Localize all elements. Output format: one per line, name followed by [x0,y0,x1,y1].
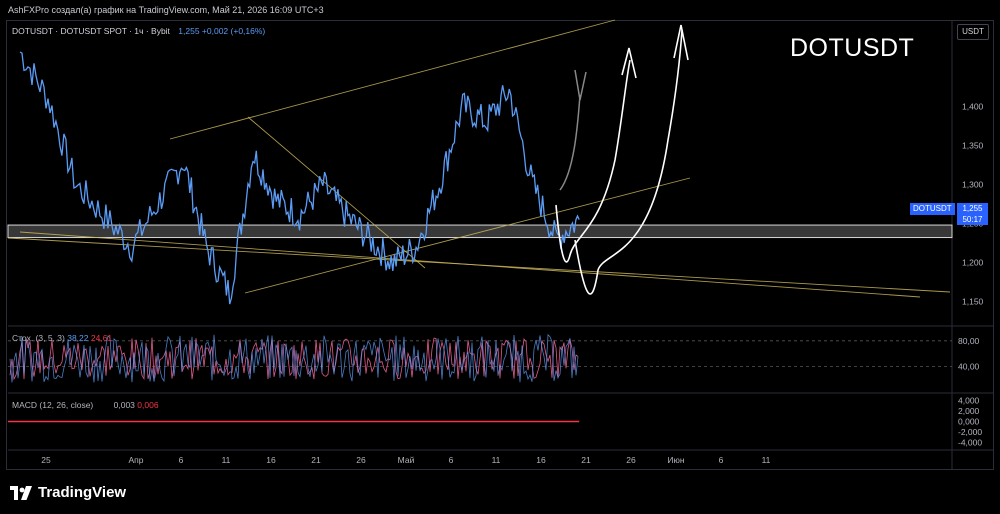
macd-tick-label: 0,000 [958,417,980,427]
time-tick-label: 21 [581,455,591,465]
time-tick-label: 25 [41,455,51,465]
stoch-k-value: 38,22 [67,333,89,343]
time-tick-label: Апр [129,455,144,465]
projection-arrow-gray [559,94,581,191]
time-tick-label: 26 [356,455,366,465]
price-tick-label: 1,350 [962,140,984,150]
support-zone [7,224,953,239]
stoch-d-value: 24,61 [90,333,113,343]
legend-symbol: DOTUSDT · DOTUSDT SPOT · 1ч · Bybit [12,26,170,36]
trendline [7,237,951,293]
stoch-label: Стох. (3, 5, 3) [12,333,65,343]
trendline [169,19,616,140]
time-tick-label: 16 [266,455,276,465]
price-tick-label: 1,200 [962,258,984,268]
tradingview-logo-text: TradingView [38,484,127,501]
macd-tick-label: -4,000 [958,438,982,448]
stoch-tick-label: 80,00 [958,336,980,346]
legend-values: 1,255 +0,002 (+0,16%) [178,26,266,36]
time-tick-label: 11 [492,455,501,465]
tradingview-logo-icon [10,485,32,500]
macd-value: 0,003 [113,400,135,410]
time-tick-label: 26 [626,455,636,465]
macd-tick-label: -2,000 [958,427,982,437]
time-tick-label: 6 [179,455,184,465]
stoch-legend: Стох. (3, 5, 3) 38,22 24,61 [12,333,112,343]
macd-signal-value: 0,006 [137,400,159,410]
bar-countdown: 50:17 [962,215,983,224]
macd-legend: MACD (12, 26, close) 0,003 0,006 [12,400,159,410]
time-tick-label: 6 [719,455,724,465]
projection-arrowhead-gray [574,69,587,101]
symbol-price-badge: DOTUSDT [910,203,955,215]
tradingview-logo[interactable]: TradingView [10,484,126,501]
last-price-badge: 1,255 50:17 [957,203,988,225]
stoch-tick-label: 40,00 [958,361,980,371]
macd-tick-label: 4,000 [958,395,980,405]
time-tick-label: 11 [222,455,231,465]
symbol-watermark: DOTUSDT [790,34,915,62]
price-tick-label: 1,400 [962,101,984,111]
chart-canvas[interactable]: 1,4001,3501,3001,2501,2001,15080,0040,00… [0,0,1000,514]
time-tick-label: 21 [311,455,321,465]
macd-label: MACD (12, 26, close) [12,400,94,410]
chart-legend: DOTUSDT · DOTUSDT SPOT · 1ч · Bybit 1,25… [12,26,265,36]
time-tick-label: Июн [667,455,684,465]
price-tick-label: 1,150 [962,297,984,307]
time-tick-label: 6 [449,455,454,465]
macd-tick-label: 2,000 [958,406,980,416]
currency-button[interactable]: USDT [957,24,989,40]
last-price-value: 1,255 [962,204,983,213]
time-tick-label: 11 [762,455,771,465]
time-tick-label: Май [398,455,415,465]
time-tick-label: 16 [536,455,546,465]
price-tick-label: 1,300 [962,179,984,189]
